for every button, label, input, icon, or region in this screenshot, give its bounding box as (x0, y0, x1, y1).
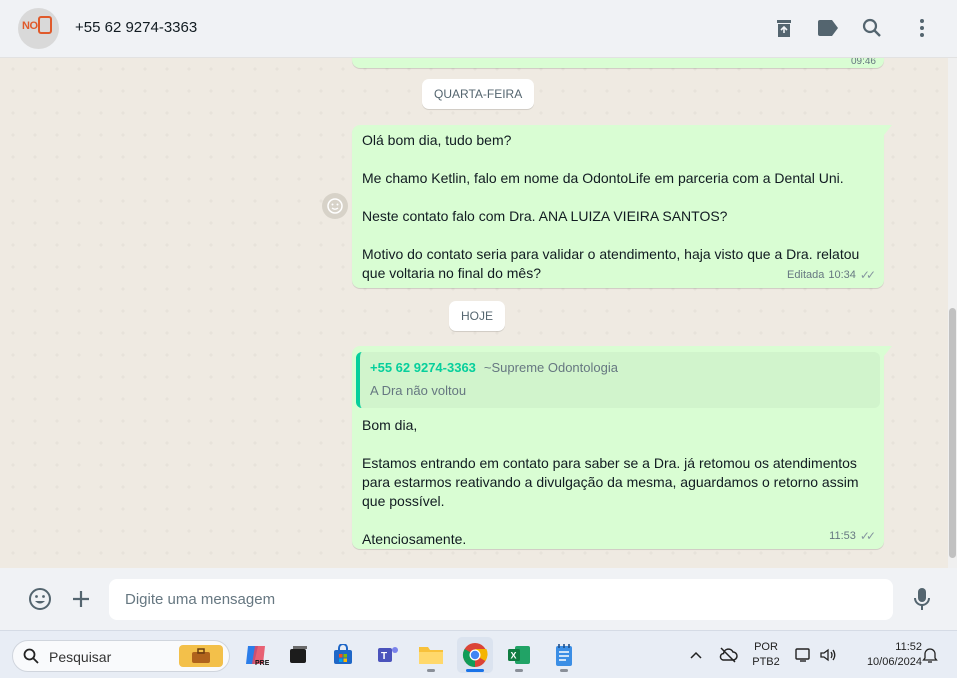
contact-name[interactable]: +55 62 9274-3363 (75, 19, 197, 36)
taskbar-search[interactable]: Pesquisar (12, 640, 230, 672)
message-meta: 11:53 ✓✓ (829, 527, 876, 546)
cloud-off-icon[interactable] (718, 645, 738, 665)
avatar-logo-icon (38, 16, 52, 34)
read-ticks-icon: ✓✓ (859, 268, 876, 282)
message-bubble-outgoing[interactable]: Olá bom dia, tudo bem? Me chamo Ketlin, … (352, 125, 892, 288)
taskbar-search-label: Pesquisar (49, 649, 112, 665)
keyboard-layout: PTB2 (752, 656, 780, 668)
avatar[interactable]: NO (18, 8, 59, 49)
chrome-icon[interactable] (457, 637, 493, 673)
emoji-icon[interactable] (27, 586, 53, 612)
svg-text:PRE: PRE (255, 660, 269, 667)
attach-plus-icon[interactable] (68, 586, 94, 612)
message-input[interactable] (109, 579, 893, 620)
menu-icon[interactable] (910, 16, 934, 40)
active-indicator (466, 669, 484, 672)
briefcase-icon (179, 645, 223, 667)
chat-scrollbar[interactable] (948, 58, 957, 568)
previous-message-bubble[interactable]: 09:46 (352, 58, 884, 68)
message-meta: Editada 10:34 ✓✓ (787, 266, 876, 285)
bubble-tail (884, 346, 892, 356)
message-time: 10:34 (828, 269, 856, 281)
archive-icon[interactable] (772, 16, 796, 40)
day-label-today: HOJE (449, 301, 506, 331)
label-icon[interactable] (816, 16, 840, 40)
conversation-panel[interactable]: 09:46 QUARTA-FEIRA Olá bom dia, tudo bem… (2, 58, 948, 568)
message-time: 11:53 (829, 530, 856, 542)
read-ticks-icon: ✓✓ (859, 529, 876, 543)
chat-header: NO +55 62 9274-3363 (0, 0, 957, 58)
svg-text:T: T (381, 651, 387, 662)
svg-text:X: X (511, 651, 517, 661)
quote-sender-name: ~Supreme Odontologia (483, 360, 618, 375)
clock-date: 10/06/2024 (866, 656, 922, 668)
windows-taskbar: Pesquisar PRE T X POR PTB2 11:52 10/06/2… (0, 630, 957, 678)
teams-icon[interactable]: T (370, 637, 406, 673)
scrollbar-thumb[interactable] (949, 308, 956, 558)
message-composer (0, 568, 957, 630)
taskbar-clock[interactable]: 11:52 10/06/2024 (846, 640, 922, 670)
store-icon[interactable] (325, 637, 361, 673)
message-bubble-outgoing[interactable]: +55 62 9274-3363 ~Supreme Odontologia A … (352, 346, 892, 549)
search-icon (23, 648, 39, 664)
language-indicator[interactable]: POR PTB2 (748, 640, 784, 670)
volume-icon[interactable] (818, 645, 838, 665)
network-icon[interactable] (794, 645, 814, 665)
file-explorer-icon[interactable] (413, 637, 449, 673)
notepad-icon[interactable] (546, 637, 582, 673)
search-icon[interactable] (860, 16, 884, 40)
language-code: POR (754, 641, 778, 653)
quoted-message[interactable]: +55 62 9274-3363 ~Supreme Odontologia A … (356, 352, 880, 408)
notification-bell-icon[interactable] (920, 645, 940, 665)
edited-label: Editada (787, 269, 825, 281)
quote-text: A Dra não voltou (370, 383, 467, 398)
quote-author: +55 62 9274-3363 (370, 360, 476, 375)
running-indicator (427, 669, 435, 672)
avatar-logo-text: NO (22, 20, 38, 32)
excel-icon[interactable]: X (501, 637, 537, 673)
bubble-tail (884, 125, 892, 135)
message-text: Olá bom dia, tudo bem? Me chamo Ketlin, … (362, 132, 860, 281)
task-view-icon[interactable] (280, 637, 316, 673)
running-indicator (560, 669, 568, 672)
copilot-icon[interactable]: PRE (238, 637, 274, 673)
message-text: Bom dia, Estamos entrando em contato par… (362, 417, 859, 547)
previous-message-time: 09:46 (850, 58, 876, 67)
microphone-icon[interactable] (909, 586, 935, 612)
running-indicator (515, 669, 523, 672)
chevron-up-icon[interactable] (686, 645, 706, 665)
day-label-wednesday: QUARTA-FEIRA (422, 79, 535, 109)
reaction-emoji-icon[interactable] (322, 193, 348, 219)
clock-time: 11:52 (895, 641, 922, 653)
